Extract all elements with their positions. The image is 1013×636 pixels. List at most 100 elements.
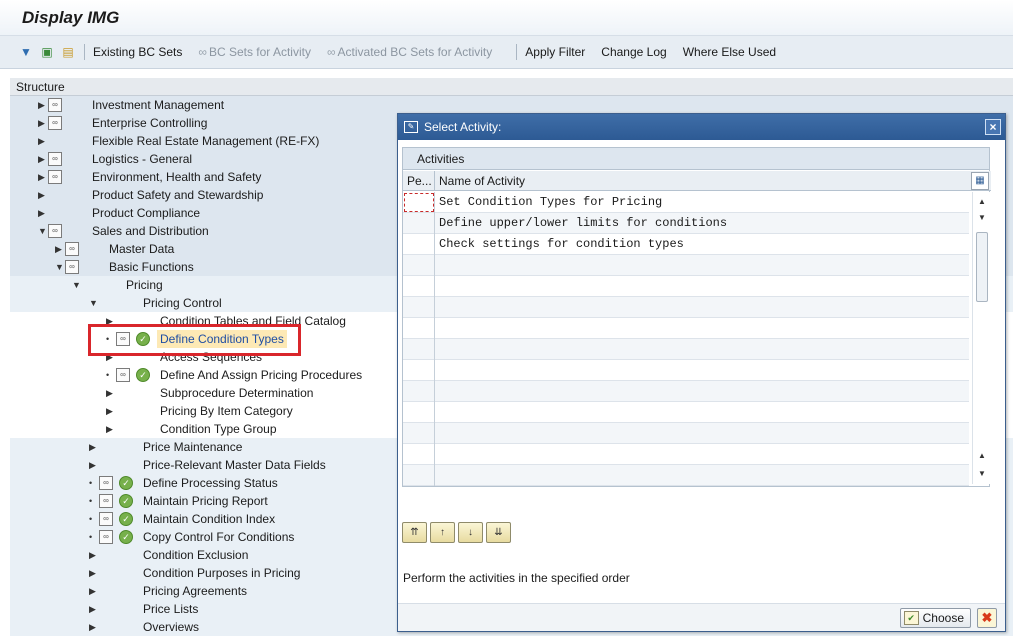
collapse-arrow-icon[interactable]: ▼ (89, 294, 98, 312)
expand-arrow-icon[interactable]: ▶ (38, 204, 45, 222)
tree-item[interactable]: ▶ ∞ Investment Management (10, 96, 1013, 114)
table-row[interactable]: Check settings for condition types (403, 234, 969, 255)
existing-bc-sets-button[interactable]: Existing BC Sets (93, 45, 182, 59)
change-log-button[interactable]: Change Log (601, 45, 666, 59)
note-icon[interactable]: ▤ (60, 44, 76, 60)
documentation-icon[interactable]: ∞ (99, 476, 113, 490)
pe-cell[interactable] (403, 318, 435, 339)
activity-name-cell[interactable]: Check settings for condition types (439, 234, 684, 255)
column-header-pe[interactable]: Pe... (403, 171, 435, 191)
pe-cell[interactable] (403, 234, 435, 255)
execute-icon[interactable]: ✓ (119, 476, 133, 490)
expand-arrow-icon[interactable]: ▶ (89, 600, 96, 618)
move-down-icon[interactable]: ↓ (458, 522, 483, 543)
table-row[interactable] (403, 339, 969, 360)
move-to-top-icon[interactable]: ⇈ (402, 522, 427, 543)
table-row[interactable]: Set Condition Types for Pricing (403, 192, 969, 213)
apply-filter-button[interactable]: Apply Filter (525, 45, 585, 59)
expand-arrow-icon[interactable]: ▶ (106, 384, 113, 402)
table-row[interactable] (403, 360, 969, 381)
choose-button[interactable]: ✔ Choose (899, 608, 971, 628)
table-row[interactable] (403, 465, 969, 486)
pe-cell[interactable] (403, 444, 435, 465)
move-up-icon[interactable]: ↑ (430, 522, 455, 543)
scroll-down-icon[interactable]: ▼ (973, 466, 991, 482)
execute-icon[interactable]: ✓ (119, 494, 133, 508)
pe-cell[interactable] (403, 423, 435, 444)
documentation-icon[interactable]: ∞ (48, 98, 62, 112)
expand-arrow-icon[interactable]: ▶ (38, 186, 45, 204)
toolbar-separator (516, 44, 518, 60)
documentation-icon[interactable]: ∞ (99, 512, 113, 526)
pe-cell[interactable] (403, 465, 435, 486)
expand-arrow-icon[interactable]: ▶ (106, 402, 113, 420)
cancel-icon[interactable]: ✖ (977, 608, 997, 628)
tree-item-label: Master Data (109, 242, 175, 256)
grid-scrollbar[interactable]: ▲ ▼ ▲ ▼ (972, 192, 990, 484)
table-row[interactable] (403, 381, 969, 402)
bc-sets-for-activity-button[interactable]: ∞ BC Sets for Activity (198, 45, 311, 59)
find-icon[interactable]: ▣ (39, 44, 55, 60)
execute-icon[interactable]: ✓ (119, 512, 133, 526)
scroll-down-icon[interactable]: ▼ (973, 210, 991, 226)
move-to-bottom-icon[interactable]: ⇊ (486, 522, 511, 543)
table-settings-icon[interactable]: ▦ (971, 172, 989, 190)
expand-arrow-icon[interactable]: ▶ (38, 132, 45, 150)
order-buttons: ⇈ ↑ ↓ ⇊ (402, 522, 511, 543)
activity-name-cell[interactable]: Set Condition Types for Pricing (439, 192, 662, 213)
documentation-icon[interactable]: ∞ (48, 116, 62, 130)
pe-cell[interactable] (403, 297, 435, 318)
expand-arrow-icon[interactable]: ▶ (89, 582, 96, 600)
table-row[interactable] (403, 402, 969, 423)
expand-arrow-icon[interactable]: ▶ (38, 96, 45, 114)
table-row[interactable] (403, 318, 969, 339)
collapse-arrow-icon[interactable]: ▼ (55, 258, 64, 276)
table-row[interactable] (403, 444, 969, 465)
table-row[interactable] (403, 276, 969, 297)
expand-arrow-icon[interactable]: ▶ (89, 564, 96, 582)
pe-cell[interactable] (403, 255, 435, 276)
pe-cell[interactable] (403, 402, 435, 423)
table-row[interactable] (403, 297, 969, 318)
expand-icon[interactable]: ▼ (18, 44, 34, 60)
execute-icon[interactable]: ✓ (119, 530, 133, 544)
column-header-name[interactable]: Name of Activity (439, 171, 525, 191)
collapse-arrow-icon[interactable]: ▼ (38, 222, 47, 240)
expand-arrow-icon[interactable]: ▶ (89, 546, 96, 564)
close-icon[interactable]: × (985, 119, 1001, 135)
pe-cell[interactable] (403, 192, 435, 213)
expand-arrow-icon[interactable]: ▶ (38, 114, 45, 132)
documentation-icon[interactable]: ∞ (116, 368, 130, 382)
expand-arrow-icon[interactable]: ▶ (106, 420, 113, 438)
scroll-thumb[interactable] (976, 232, 988, 302)
pe-cell[interactable] (403, 339, 435, 360)
documentation-icon[interactable]: ∞ (99, 530, 113, 544)
pe-cell[interactable] (403, 381, 435, 402)
documentation-icon[interactable]: ∞ (65, 242, 79, 256)
documentation-icon[interactable]: ∞ (65, 260, 79, 274)
table-row[interactable] (403, 423, 969, 444)
documentation-icon[interactable]: ∞ (48, 152, 62, 166)
documentation-icon[interactable]: ∞ (99, 494, 113, 508)
activated-bc-sets-button[interactable]: ∞ Activated BC Sets for Activity (327, 45, 492, 59)
dialog-footer: ✔ Choose ✖ (398, 603, 1005, 631)
execute-icon[interactable]: ✓ (136, 368, 150, 382)
expand-arrow-icon[interactable]: ▶ (89, 438, 96, 456)
activity-name-cell[interactable]: Define upper/lower limits for conditions (439, 213, 727, 234)
scroll-up-icon[interactable]: ▲ (973, 448, 991, 464)
pe-cell[interactable] (403, 276, 435, 297)
expand-arrow-icon[interactable]: ▶ (89, 618, 96, 636)
documentation-icon[interactable]: ∞ (48, 224, 62, 238)
expand-arrow-icon[interactable]: ▶ (55, 240, 62, 258)
expand-arrow-icon[interactable]: ▶ (89, 456, 96, 474)
table-row[interactable]: Define upper/lower limits for conditions (403, 213, 969, 234)
scroll-up-icon[interactable]: ▲ (973, 194, 991, 210)
pe-cell[interactable] (403, 360, 435, 381)
expand-arrow-icon[interactable]: ▶ (38, 150, 45, 168)
collapse-arrow-icon[interactable]: ▼ (72, 276, 81, 294)
documentation-icon[interactable]: ∞ (48, 170, 62, 184)
pe-cell[interactable] (403, 213, 435, 234)
table-row[interactable] (403, 255, 969, 276)
where-else-used-button[interactable]: Where Else Used (683, 45, 776, 59)
expand-arrow-icon[interactable]: ▶ (38, 168, 45, 186)
